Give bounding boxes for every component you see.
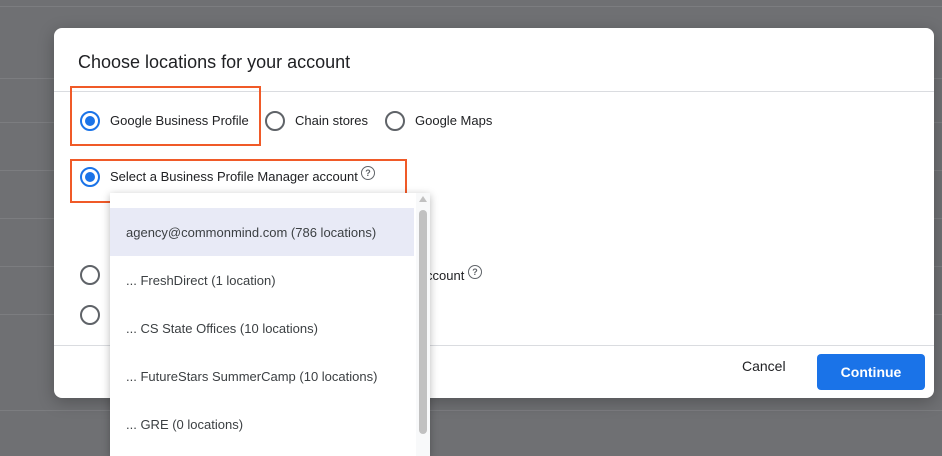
continue-button[interactable]: Continue [817,354,925,390]
dialog-title: Choose locations for your account [78,52,351,72]
dropdown-item[interactable]: ... CS State Offices (10 locations) [110,304,414,352]
radio-option-hidden-2[interactable] [80,305,100,325]
radio-label-chain-stores[interactable]: Chain stores [295,113,368,128]
cancel-button[interactable]: Cancel [742,358,786,374]
radio-google-maps[interactable] [385,111,405,131]
dropdown-item[interactable]: ... GRE (0 locations) [110,400,414,448]
scrollbar-thumb[interactable] [419,210,427,434]
dropdown-scrollbar[interactable] [416,193,430,456]
radio-chain-stores[interactable] [265,111,285,131]
dropdown-item[interactable]: ... FreshDirect (1 location) [110,256,414,304]
scroll-up-icon[interactable] [419,196,427,202]
highlight-box-source [70,86,261,146]
help-icon[interactable]: ? [468,265,482,279]
radio-label-google-maps[interactable]: Google Maps [415,113,492,128]
dropdown-item[interactable]: agency@commonmind.com (786 locations) [110,208,414,256]
account-dropdown[interactable]: agency@commonmind.com (786 locations) ..… [110,193,430,456]
radio-label-hidden-1: ccount [426,268,465,283]
radio-option-hidden-1[interactable] [80,265,100,285]
background-row [0,6,942,7]
dropdown-item[interactable]: ... FutureStars SummerCamp (10 locations… [110,352,414,400]
